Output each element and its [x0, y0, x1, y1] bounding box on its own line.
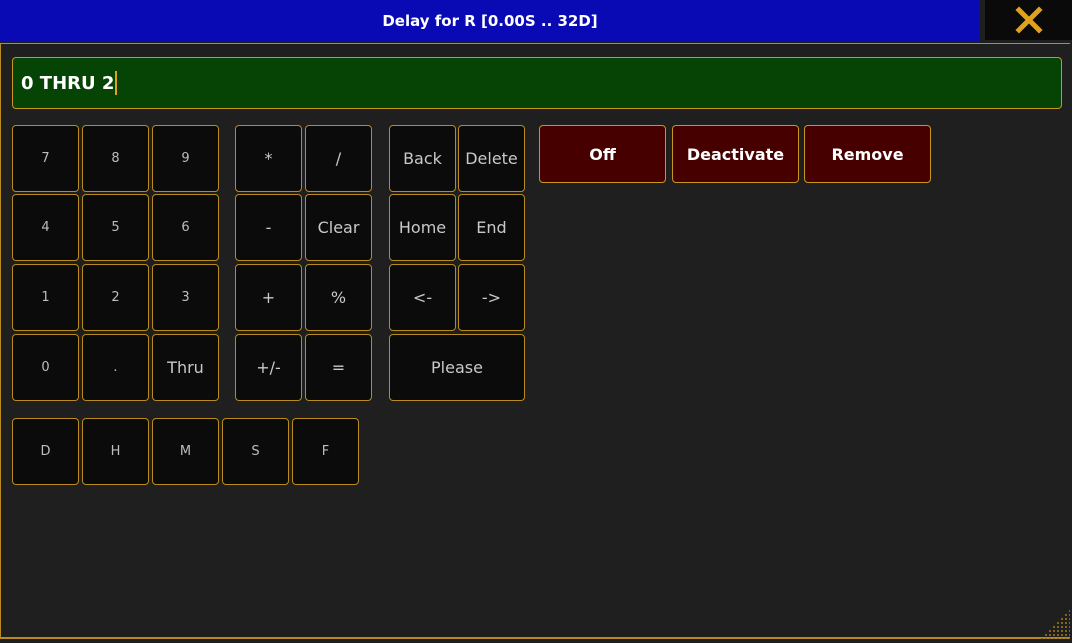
close-button[interactable]: [985, 0, 1072, 40]
key-equals[interactable]: =: [305, 334, 372, 401]
unit-frames-button[interactable]: F: [292, 418, 359, 485]
key-8[interactable]: 8: [82, 125, 149, 192]
key-divide[interactable]: /: [305, 125, 372, 192]
key-0[interactable]: 0: [12, 334, 79, 401]
unit-days-button[interactable]: D: [12, 418, 79, 485]
value-input-text: 0 THRU 2: [21, 72, 115, 94]
off-button[interactable]: Off: [539, 125, 666, 183]
text-caret: [115, 71, 118, 95]
delete-button[interactable]: Delete: [458, 125, 525, 192]
key-9[interactable]: 9: [152, 125, 219, 192]
please-button[interactable]: Please: [389, 334, 525, 401]
cursor-right-button[interactable]: ->: [458, 264, 525, 331]
key-5[interactable]: 5: [82, 194, 149, 261]
key-percent[interactable]: %: [305, 264, 372, 331]
unit-minutes-button[interactable]: M: [152, 418, 219, 485]
key-3[interactable]: 3: [152, 264, 219, 331]
home-button[interactable]: Home: [389, 194, 456, 261]
key-plus-minus[interactable]: +/-: [235, 334, 302, 401]
key-4[interactable]: 4: [12, 194, 79, 261]
key-7[interactable]: 7: [12, 125, 79, 192]
remove-button[interactable]: Remove: [804, 125, 931, 183]
unit-hours-button[interactable]: H: [82, 418, 149, 485]
key-2[interactable]: 2: [82, 264, 149, 331]
key-plus[interactable]: +: [235, 264, 302, 331]
deactivate-button[interactable]: Deactivate: [672, 125, 799, 183]
unit-seconds-button[interactable]: S: [222, 418, 289, 485]
value-input[interactable]: 0 THRU 2: [12, 57, 1062, 109]
end-button[interactable]: End: [458, 194, 525, 261]
x-icon: [1014, 6, 1043, 34]
key-dot[interactable]: .: [82, 334, 149, 401]
key-thru[interactable]: Thru: [152, 334, 219, 401]
key-1[interactable]: 1: [12, 264, 79, 331]
delay-dialog: Delay for R [0.00S .. 32D] 0 THRU 2 7 8 …: [0, 0, 1072, 643]
cursor-left-button[interactable]: <-: [389, 264, 456, 331]
clear-button[interactable]: Clear: [305, 194, 372, 261]
dialog-title: Delay for R [0.00S .. 32D]: [0, 0, 980, 42]
key-multiply[interactable]: *: [235, 125, 302, 192]
back-button[interactable]: Back: [389, 125, 456, 192]
key-6[interactable]: 6: [152, 194, 219, 261]
key-minus[interactable]: -: [235, 194, 302, 261]
